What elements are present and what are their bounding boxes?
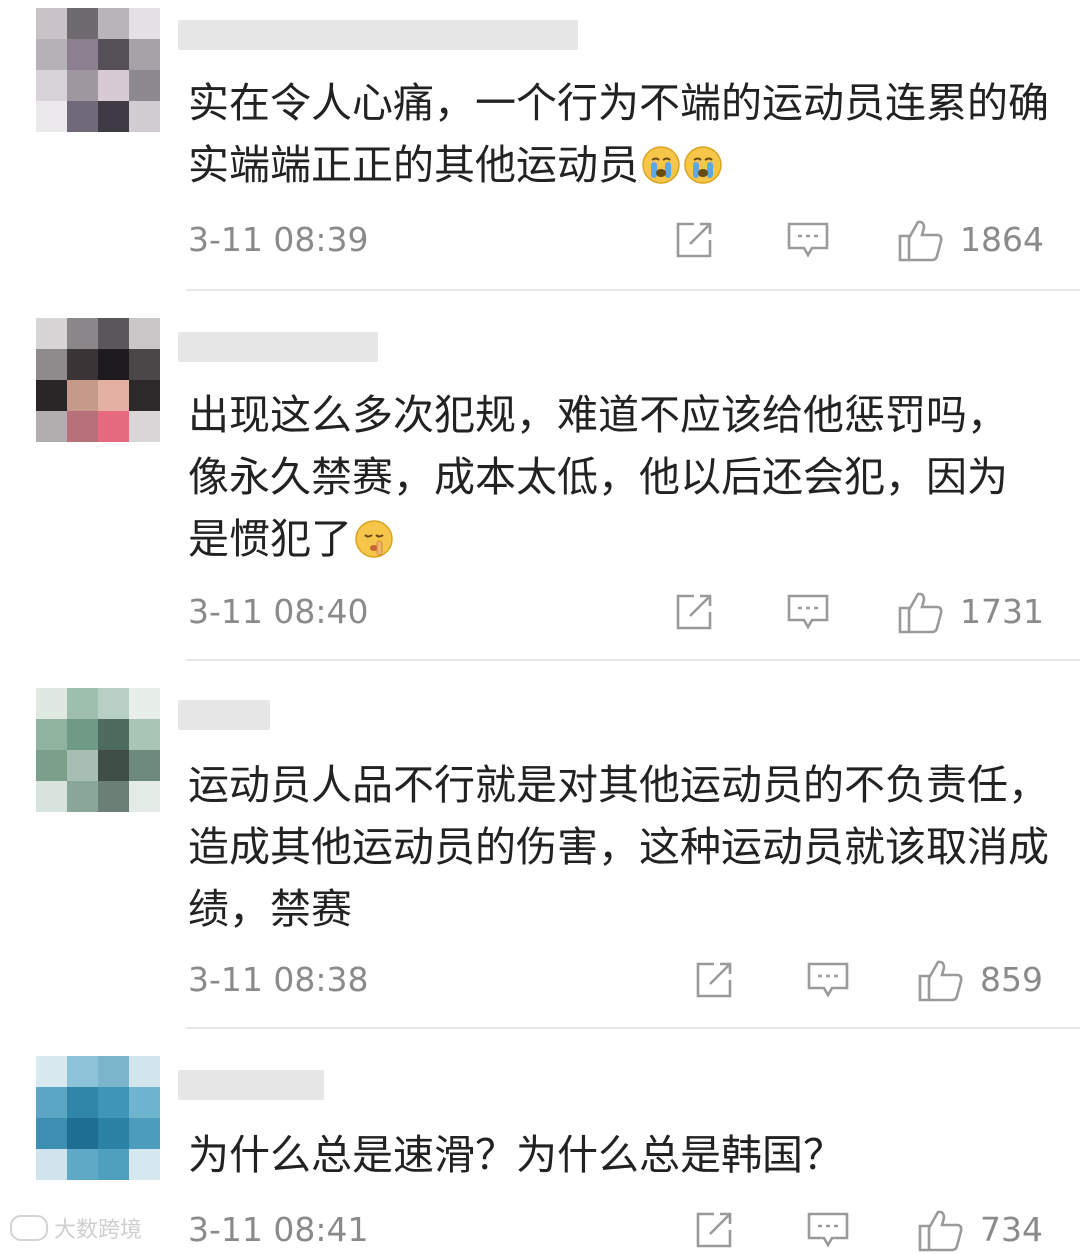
- share-icon[interactable]: [674, 216, 714, 264]
- comment-icon[interactable]: [806, 956, 850, 1004]
- crying-face-icon: [683, 140, 723, 184]
- shushing-face-icon: [354, 514, 394, 558]
- thumbs-up-icon: [918, 1208, 964, 1252]
- like-button[interactable]: 734: [918, 1206, 1043, 1254]
- thumbs-up-icon: [898, 218, 944, 262]
- timestamp: 3-11 08:41: [188, 1210, 369, 1249]
- share-icon[interactable]: [694, 956, 734, 1004]
- comment-text-content: 出现这么多次犯规，难道不应该给他惩罚吗，像永久禁赛，成本太低，他以后还会犯，因为…: [188, 391, 1008, 563]
- comment-text: 运动员人品不行就是对其他运动员的不负责任，造成其他运动员的伤害，这种运动员就该取…: [188, 754, 1058, 940]
- share-icon[interactable]: [674, 588, 714, 636]
- like-button[interactable]: 859: [918, 956, 1043, 1004]
- comment-meta: 3-11 08:40 1731: [188, 588, 1048, 636]
- timestamp: 3-11 08:39: [188, 220, 369, 259]
- like-count: 859: [980, 960, 1043, 999]
- comment-icon[interactable]: [806, 1206, 850, 1254]
- username[interactable]: [178, 700, 270, 730]
- like-count: 1731: [960, 592, 1044, 631]
- comment-icon[interactable]: [786, 588, 830, 636]
- watermark-text: 大数跨境: [54, 1218, 143, 1243]
- comment-text-content: 实在令人心痛，一个行为不端的运动员连累的确实端端正正的其他运动员: [188, 79, 1049, 189]
- username[interactable]: [178, 332, 378, 362]
- watermark-logo-icon: [10, 1215, 48, 1241]
- username[interactable]: [178, 20, 578, 50]
- comment-text: 出现这么多次犯规，难道不应该给他惩罚吗，像永久禁赛，成本太低，他以后还会犯，因为…: [188, 384, 1008, 570]
- share-icon[interactable]: [694, 1206, 734, 1254]
- comment-meta: 3-11 08:41 734: [188, 1206, 1048, 1254]
- comment-text-content: 运动员人品不行就是对其他运动员的不负责任，造成其他运动员的伤害，这种运动员就该取…: [188, 761, 1049, 933]
- thumbs-up-icon: [918, 958, 964, 1002]
- like-button[interactable]: 1731: [898, 588, 1044, 636]
- avatar[interactable]: [36, 1056, 160, 1180]
- comment-text-content: 为什么总是速滑？为什么总是韩国？: [188, 1131, 844, 1179]
- like-count: 734: [980, 1210, 1043, 1249]
- crying-face-icon: [641, 140, 681, 184]
- timestamp: 3-11 08:40: [188, 592, 369, 631]
- comment-icon[interactable]: [786, 216, 830, 264]
- username[interactable]: [178, 1070, 324, 1100]
- like-count: 1864: [960, 220, 1044, 259]
- comment-meta: 3-11 08:39 1864: [188, 216, 1048, 264]
- avatar[interactable]: [36, 688, 160, 812]
- divider: [186, 659, 1080, 661]
- like-button[interactable]: 1864: [898, 216, 1044, 264]
- divider: [186, 1027, 1080, 1029]
- thumbs-up-icon: [898, 590, 944, 634]
- comment-text: 为什么总是速滑？为什么总是韩国？: [188, 1124, 1058, 1186]
- avatar[interactable]: [36, 318, 160, 442]
- divider: [186, 289, 1080, 291]
- comment-meta: 3-11 08:38 859: [188, 956, 1048, 1004]
- watermark: 大数跨境: [10, 1212, 142, 1244]
- avatar[interactable]: [36, 8, 160, 132]
- comment-text: 实在令人心痛，一个行为不端的运动员连累的确实端端正正的其他运动员: [188, 72, 1058, 196]
- timestamp: 3-11 08:38: [188, 960, 369, 999]
